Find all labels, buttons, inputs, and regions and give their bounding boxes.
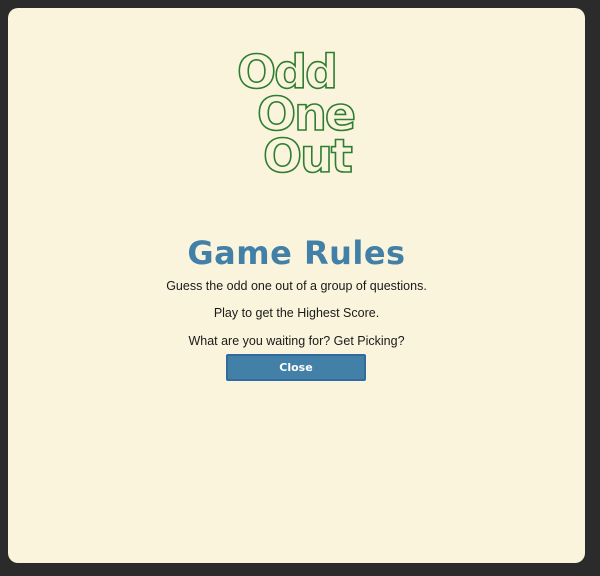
rules-line: Guess the odd one out of a group of ques… xyxy=(166,279,427,293)
screen-background: Odd One Out Game Rules Guess the odd one… xyxy=(0,0,600,576)
logo-line-3: Out xyxy=(263,129,352,182)
close-button[interactable]: Close xyxy=(226,354,366,381)
odd-one-out-logo: Odd One Out xyxy=(231,42,371,182)
rules-title: Game Rules xyxy=(187,234,406,272)
rules-line: Play to get the Highest Score. xyxy=(213,306,380,320)
rules-line: What are you waiting for? Get Picking? xyxy=(188,334,405,348)
rules-modal: Odd One Out Game Rules Guess the odd one… xyxy=(8,8,585,563)
